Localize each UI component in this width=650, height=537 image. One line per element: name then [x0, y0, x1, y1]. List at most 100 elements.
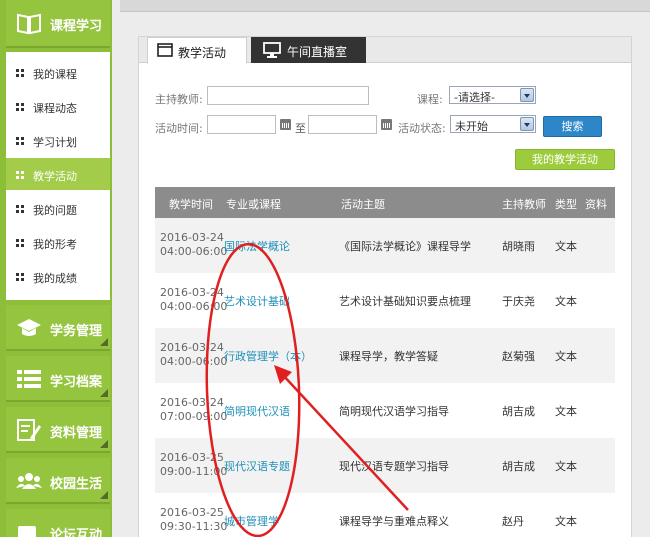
table-row: 2016-03-24 07:00-09:00 简明现代汉语 简明现代汉语学习指导 … — [155, 383, 615, 438]
bullet-icon — [16, 137, 24, 145]
activity-topic: 现代汉语专题学习指导 — [339, 460, 449, 473]
activity-type: 文本 — [555, 515, 577, 528]
sidebar-item-my-assessments[interactable]: 我的形考 — [6, 226, 110, 258]
sidebar-section-materials[interactable]: 资料管理 — [6, 407, 110, 453]
list-icon — [16, 367, 42, 391]
activity-time: 2016-03-25 09:30-11:30 — [160, 506, 227, 534]
chevron-down-icon — [520, 117, 534, 131]
tab-label: 教学活动 — [178, 46, 227, 60]
table-row: 2016-03-24 04:00-06:00 行政管理学（本） 课程导学，教学答疑… — [155, 328, 615, 383]
host-teacher: 于庆尧 — [502, 295, 535, 308]
activity-time-range: 04:00-06:00 — [160, 300, 228, 313]
tab-teaching-activities[interactable]: 教学活动 — [147, 37, 247, 64]
host-teacher: 赵丹 — [502, 515, 524, 528]
sidebar-section-label: 学务管理 — [50, 324, 103, 339]
activity-time: 2016-03-24 04:00-06:00 — [160, 231, 227, 259]
column-header: 类型 — [555, 198, 577, 211]
sidebar-item-label: 课程动态 — [33, 102, 77, 115]
corner-arrow-icon — [100, 440, 108, 448]
sidebar-item-label: 教学活动 — [33, 170, 77, 183]
sidebar-section-label: 课程学习 — [50, 19, 103, 34]
sidebar-item-study-plan[interactable]: 学习计划 — [6, 124, 110, 156]
activity-date: 2016-03-24 — [160, 231, 224, 244]
sidebar-section-study-records[interactable]: 学习档案 — [6, 356, 110, 402]
tab-label: 午间直播室 — [287, 45, 348, 59]
table-row: 2016-03-25 09:00-11:00 现代汉语专题 现代汉语专题学习指导 … — [155, 438, 615, 493]
sidebar-item-my-grades[interactable]: 我的成绩 — [6, 260, 110, 292]
course-link[interactable]: 现代汉语专题 — [224, 458, 290, 474]
time-to-input[interactable] — [308, 115, 377, 134]
activity-type: 文本 — [555, 295, 577, 308]
sidebar-item-my-courses[interactable]: 我的课程 — [6, 56, 110, 88]
sidebar-item-teaching-activities[interactable]: 教学活动 — [6, 158, 110, 190]
activity-time-range: 07:00-09:00 — [160, 410, 228, 423]
activity-type: 文本 — [555, 350, 577, 363]
open-book-icon — [16, 11, 42, 35]
table-row: 2016-03-24 04:00-06:00 艺术设计基础 艺术设计基础知识要点梳… — [155, 273, 615, 328]
activity-type: 文本 — [555, 405, 577, 418]
course-link[interactable]: 国际法学概论 — [224, 238, 290, 254]
sidebar-section-label: 校园生活 — [50, 477, 103, 492]
table-row: 2016-03-25 09:30-11:30 城市管理学 课程导学与重难点释义 赵… — [155, 493, 615, 537]
activity-topic: 简明现代汉语学习指导 — [339, 405, 449, 418]
bullet-icon — [16, 103, 24, 111]
edit-document-icon — [16, 418, 42, 442]
status-select[interactable]: 未开始 — [450, 115, 536, 133]
activity-time: 2016-03-25 09:00-11:00 — [160, 451, 227, 479]
activity-topic: 艺术设计基础知识要点梳理 — [339, 295, 471, 308]
activity-type: 文本 — [555, 240, 577, 253]
sidebar-item-my-questions[interactable]: 我的问题 — [6, 192, 110, 224]
graduation-cap-icon — [16, 316, 42, 340]
sidebar-submenu: 我的课程 课程动态 学习计划 教学活动 我的问题 我的形考 我的成绩 — [6, 52, 110, 300]
my-teaching-activities-button[interactable]: 我的教学活动 — [515, 149, 615, 170]
activity-date: 2016-03-24 — [160, 286, 224, 299]
corner-arrow-icon — [100, 389, 108, 397]
sidebar-item-label: 我的成绩 — [33, 272, 77, 285]
to-label: 至 — [295, 122, 306, 135]
activity-time-label: 活动时间: — [155, 122, 203, 135]
sidebar-section-label: 论坛互动 — [50, 528, 103, 537]
course-link[interactable]: 艺术设计基础 — [224, 293, 290, 309]
course-link[interactable]: 简明现代汉语 — [224, 403, 290, 419]
calendar-icon[interactable] — [280, 119, 291, 130]
sidebar-section-academic-affairs[interactable]: 学务管理 — [6, 305, 110, 351]
host-teacher: 赵菊强 — [502, 350, 535, 363]
table-row: 2016-03-24 04:00-06:00 国际法学概论 《国际法学概论》课程导… — [155, 218, 615, 273]
sidebar-item-label: 我的课程 — [33, 68, 77, 81]
people-icon — [16, 469, 42, 493]
course-select[interactable]: -请选择- — [449, 86, 536, 104]
bullet-icon — [16, 205, 24, 213]
course-link[interactable]: 行政管理学（本） — [224, 348, 312, 364]
sidebar-section-forum[interactable]: 论坛互动 — [6, 509, 110, 537]
calendar-icon[interactable] — [381, 119, 392, 130]
column-header: 专业或课程 — [226, 198, 281, 211]
status-select-value: 未开始 — [455, 120, 488, 133]
search-button[interactable]: 搜索 — [543, 116, 602, 137]
bullet-icon — [16, 171, 24, 179]
activity-time: 2016-03-24 07:00-09:00 — [160, 396, 227, 424]
top-bar — [120, 0, 650, 12]
column-header: 活动主题 — [341, 198, 385, 211]
sidebar: 课程学习 我的课程 课程动态 学习计划 教学活动 我的问题 我的形考 我的成绩 … — [0, 0, 112, 537]
activity-date: 2016-03-24 — [160, 396, 224, 409]
activity-time: 2016-03-24 04:00-06:00 — [160, 286, 227, 314]
column-header: 主持教师 — [502, 198, 546, 211]
course-label: 课程: — [417, 93, 443, 106]
course-link[interactable]: 城市管理学 — [224, 513, 279, 529]
activity-time-range: 04:00-06:00 — [160, 355, 228, 368]
tab-noon-live-room[interactable]: 午间直播室 — [251, 37, 366, 63]
sidebar-item-label: 学习计划 — [33, 136, 77, 149]
sidebar-item-course-news[interactable]: 课程动态 — [6, 90, 110, 122]
sidebar-item-label: 我的问题 — [33, 204, 77, 217]
sidebar-section-label: 资料管理 — [50, 426, 103, 441]
activity-date: 2016-03-24 — [160, 341, 224, 354]
activity-type: 文本 — [555, 460, 577, 473]
table-header: 教学时间 专业或课程 活动主题 主持教师 类型 资料 — [155, 187, 615, 218]
column-header: 教学时间 — [169, 198, 213, 211]
teacher-input[interactable] — [207, 86, 369, 105]
time-from-input[interactable] — [207, 115, 276, 134]
activity-time: 2016-03-24 04:00-06:00 — [160, 341, 227, 369]
activity-topic: 课程导学，教学答疑 — [339, 350, 438, 363]
sidebar-section-course-study[interactable]: 课程学习 — [6, 0, 110, 48]
sidebar-section-campus-life[interactable]: 校园生活 — [6, 458, 110, 504]
